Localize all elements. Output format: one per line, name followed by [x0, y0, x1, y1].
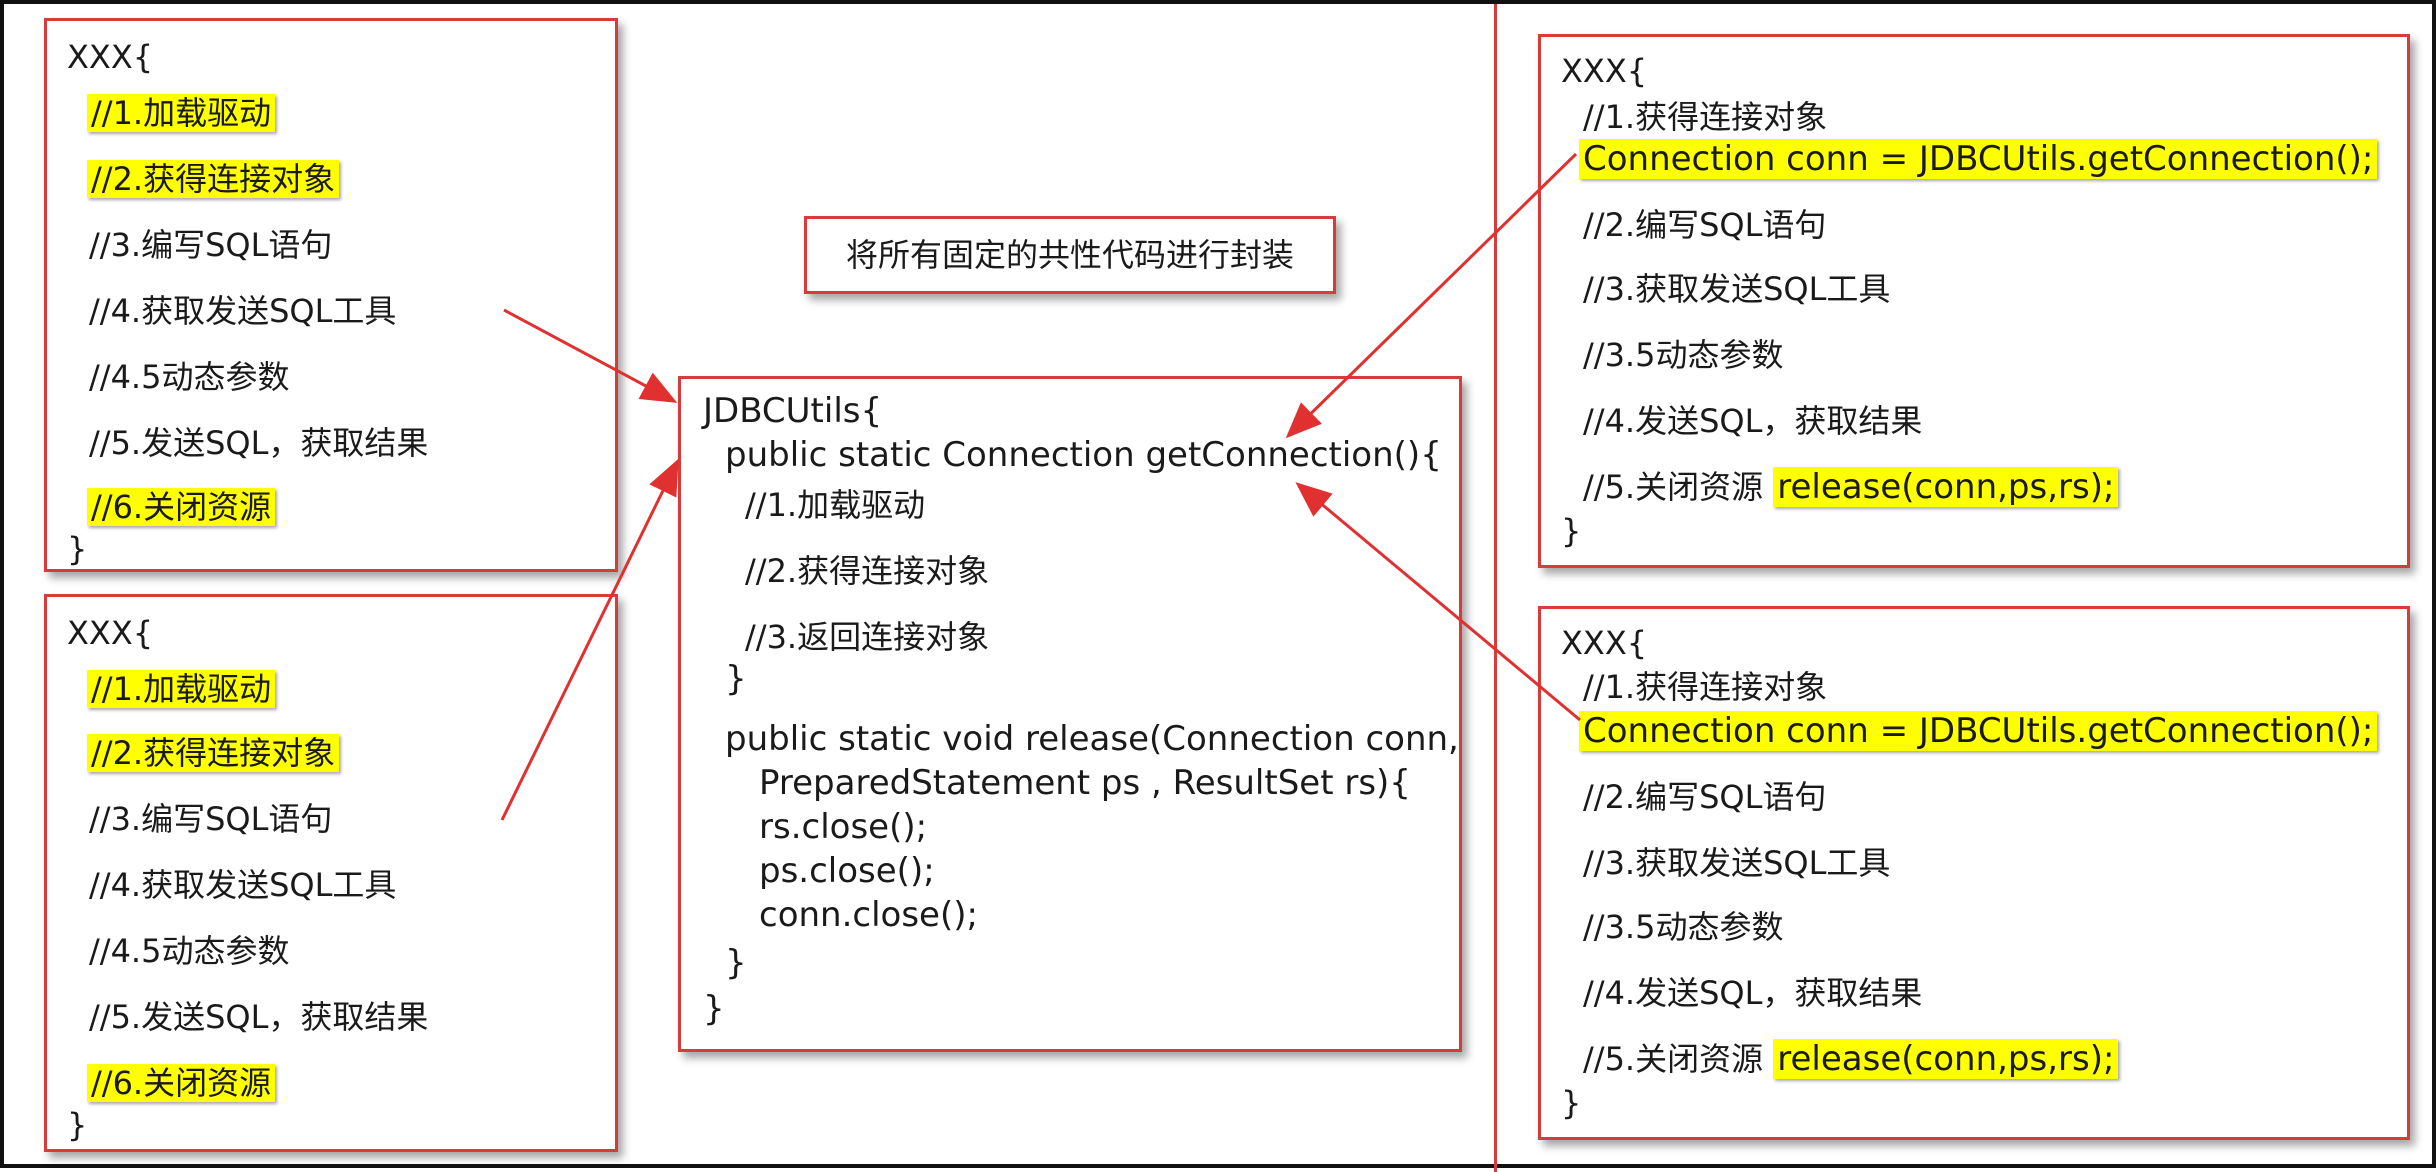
diagram-canvas: XXX{ //1.加载驱动 //2.获得连接对象 //3.编写SQL语句 //4…	[0, 0, 2436, 1172]
arrow-right-top-to-utils	[1285, 152, 1578, 439]
arrow-right-bottom-to-utils	[1295, 482, 1581, 722]
arrow-layer	[500, 152, 1581, 821]
arrow-left-top-to-utils	[503, 308, 678, 403]
arrow-left-bottom-to-utils	[500, 458, 679, 821]
